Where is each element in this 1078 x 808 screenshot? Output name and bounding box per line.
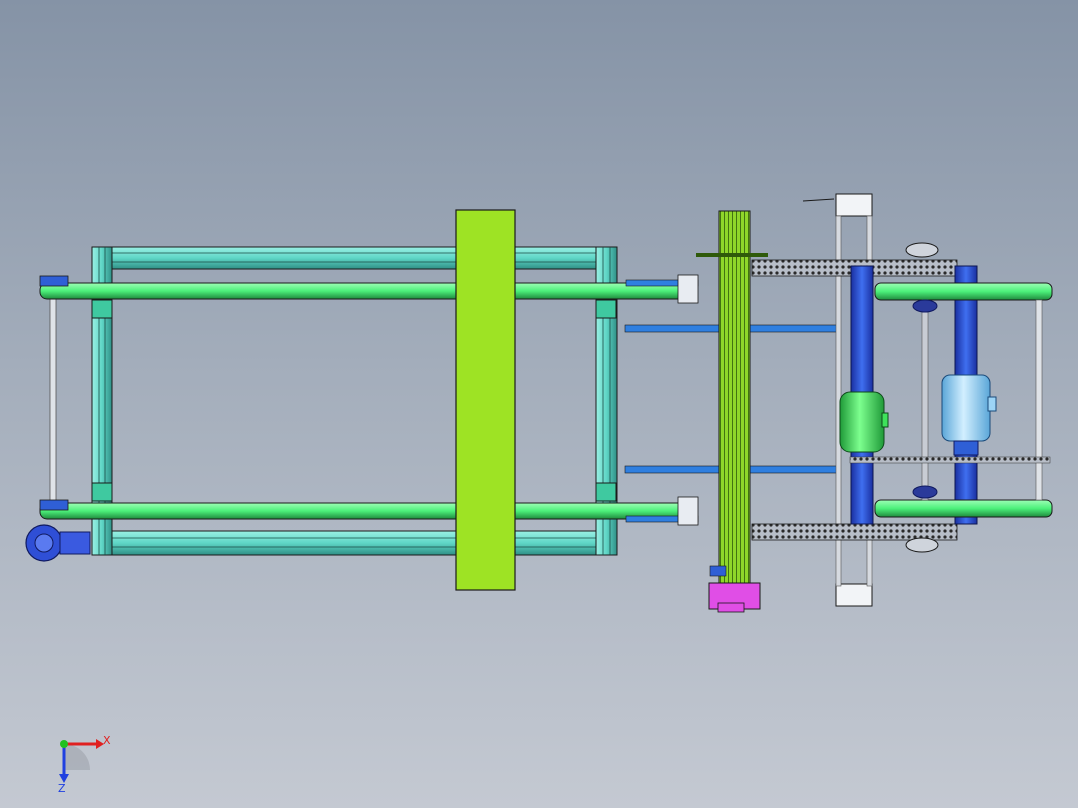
right-drive-unit — [751, 193, 1053, 607]
z-axis-label: Z — [58, 782, 66, 795]
frame-top-rail — [91, 246, 618, 270]
x-axis-label: X — [103, 734, 111, 747]
corner-bracket — [91, 482, 113, 502]
right-belt-top — [874, 282, 1053, 301]
gear-motor-left — [25, 524, 91, 562]
belt-top — [39, 282, 697, 300]
axis-triad: X Z — [58, 734, 111, 795]
lime-cover-panel — [455, 209, 516, 591]
mount-bracket-top — [835, 193, 873, 217]
chain-track-bottom — [751, 523, 958, 541]
belt-bottom — [39, 502, 697, 520]
assembly-drawing: X Z — [25, 193, 1053, 795]
corner-bracket — [595, 482, 617, 502]
triad-origin — [60, 740, 68, 748]
cad-viewport[interactable]: X Z — [0, 0, 1078, 808]
right-belt-bottom — [874, 499, 1053, 518]
corner-bracket — [595, 299, 617, 319]
mount-bracket-bottom — [835, 583, 873, 607]
green-motor — [839, 391, 889, 453]
blue-motor — [941, 374, 997, 456]
frame-bottom-rail — [91, 530, 618, 556]
drive-shaft-left — [49, 289, 57, 511]
corner-bracket — [91, 299, 113, 319]
